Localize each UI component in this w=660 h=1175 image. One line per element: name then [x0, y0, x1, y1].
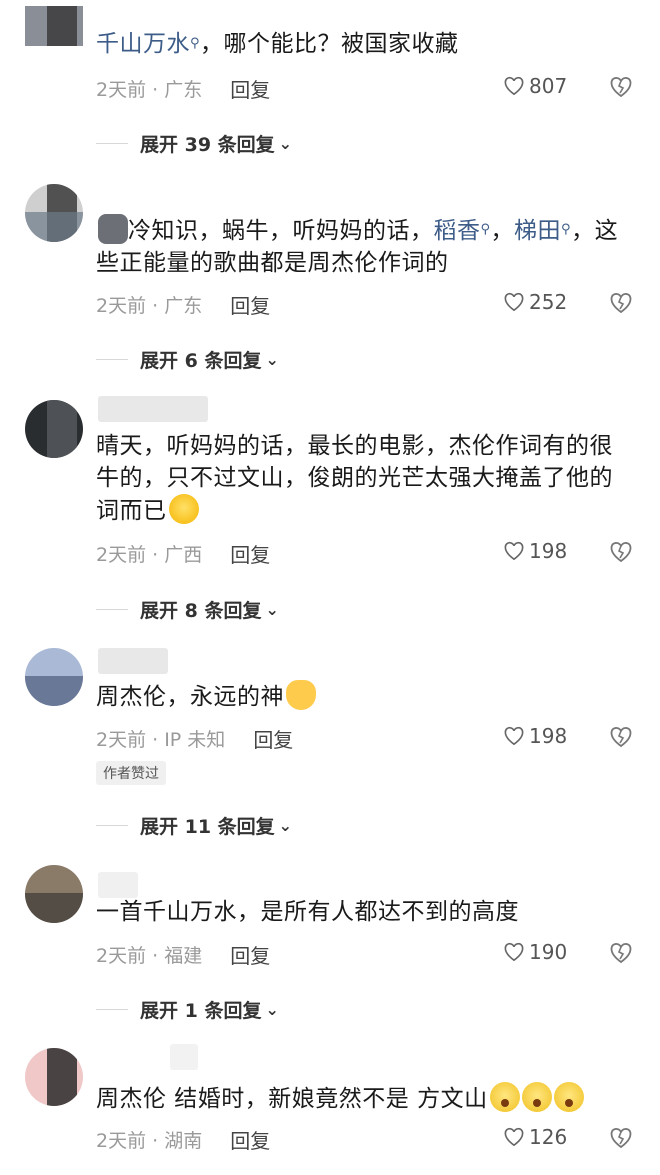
finger-heart-emoji-icon — [286, 680, 316, 710]
reply-button[interactable]: 回复 — [230, 74, 270, 103]
reply-button[interactable]: 回复 — [253, 724, 293, 753]
expand-replies-label: 展开 39 条回复 — [140, 134, 275, 156]
username-redacted — [98, 648, 168, 674]
broken-heart-icon[interactable] — [609, 1127, 633, 1149]
reply-button[interactable]: 回复 — [230, 940, 270, 969]
broken-heart-icon[interactable] — [609, 292, 633, 314]
broken-heart-icon[interactable] — [609, 726, 633, 748]
like-button[interactable]: 252 — [503, 290, 567, 314]
laughing-emoji-icon — [168, 494, 199, 524]
comment-text-part: 冷知识，蜗牛，听妈妈的话， — [128, 218, 434, 244]
comment-meta: 2天前 · IP 未知 回复 — [96, 724, 293, 753]
comment-meta: 2天前 · 福建 回复 — [96, 940, 270, 969]
like-button[interactable]: 126 — [503, 1125, 567, 1149]
comment-text-part: 周杰伦，永远的神 — [96, 684, 284, 710]
comment-text-part: ，哪个能比？被国家收藏 — [200, 31, 459, 57]
username-redacted — [170, 1044, 198, 1070]
dog-emoji-icon — [98, 214, 128, 244]
comment-text: 周杰伦，永远的神 — [96, 680, 636, 713]
like-button[interactable]: 807 — [503, 74, 567, 98]
username-redacted — [98, 872, 138, 898]
like-button[interactable]: 198 — [503, 724, 567, 748]
comment-meta: 2天前 · 广西 回复 — [96, 539, 270, 568]
like-button[interactable]: 190 — [503, 940, 567, 964]
like-count: 198 — [529, 724, 568, 748]
comment-text: 一首千山万水，是所有人都达不到的高度 — [96, 896, 636, 928]
chevron-down-icon: ⌄ — [265, 350, 279, 369]
search-icon[interactable]: ⚲ — [561, 222, 571, 237]
avatar[interactable] — [25, 184, 83, 242]
timestamp-location: 2天前 · 广西 — [96, 544, 203, 566]
timestamp-location: 2天前 · 广东 — [96, 295, 203, 317]
heart-outline-icon — [504, 1127, 524, 1147]
like-count: 807 — [529, 74, 568, 98]
avatar[interactable] — [25, 865, 83, 923]
avatar[interactable] — [25, 6, 83, 46]
expand-replies-label: 展开 1 条回复 — [140, 1000, 262, 1022]
expand-replies-label: 展开 11 条回复 — [140, 816, 275, 838]
avatar[interactable] — [25, 648, 83, 706]
comment-text: 周杰伦 结婚时，新娘竟然不是 方文山 — [96, 1082, 636, 1115]
like-count: 190 — [529, 940, 568, 964]
divider — [96, 359, 128, 360]
expand-replies-button[interactable]: 展开 39 条回复 ⌄ — [96, 130, 292, 157]
expand-replies-label: 展开 6 条回复 — [140, 350, 262, 372]
comment-text-part: 周杰伦 结婚时，新娘竟然不是 方文山 — [96, 1086, 488, 1112]
avatar[interactable] — [25, 1048, 83, 1106]
comment-text-part: ， — [490, 218, 515, 244]
author-liked-badge: 作者赞过 — [96, 761, 166, 785]
heart-outline-icon — [504, 541, 524, 561]
divider — [96, 609, 128, 610]
divider — [96, 1009, 128, 1010]
comment-text: 晴天，听妈妈的话，最长的电影，杰伦作词有的很牛的，只不过文山，俊朗的光芒太强大掩… — [96, 430, 636, 527]
broken-heart-icon[interactable] — [609, 76, 633, 98]
heart-outline-icon — [504, 726, 524, 746]
timestamp-location: 2天前 · IP 未知 — [96, 729, 226, 751]
search-icon[interactable]: ⚲ — [190, 36, 200, 51]
divider — [96, 825, 128, 826]
expand-replies-button[interactable]: 展开 11 条回复 ⌄ — [96, 812, 292, 839]
keyword-link[interactable]: 梯田 — [514, 218, 561, 244]
like-button[interactable]: 198 — [503, 539, 567, 563]
flushed-emoji-icon — [489, 1082, 520, 1112]
heart-outline-icon — [504, 942, 524, 962]
heart-outline-icon — [504, 292, 524, 312]
expand-replies-button[interactable]: 展开 1 条回复 ⌄ — [96, 996, 279, 1023]
keyword-link[interactable]: 稻香 — [434, 218, 481, 244]
reply-button[interactable]: 回复 — [230, 539, 270, 568]
divider — [96, 143, 128, 144]
keyword-link[interactable]: 千山万水 — [96, 31, 190, 57]
flushed-emoji-icon — [521, 1082, 552, 1112]
broken-heart-icon[interactable] — [609, 942, 633, 964]
expand-replies-button[interactable]: 展开 8 条回复 ⌄ — [96, 596, 279, 623]
expand-replies-button[interactable]: 展开 6 条回复 ⌄ — [96, 346, 279, 373]
chevron-down-icon: ⌄ — [278, 134, 293, 153]
heart-outline-icon — [504, 76, 524, 96]
comment-meta: 2天前 · 湖南 回复 — [96, 1125, 270, 1154]
like-count: 252 — [529, 290, 568, 314]
comment-text: 冷知识，蜗牛，听妈妈的话，稻香⚲，梯田⚲，这些正能量的歌曲都是周杰伦作词的 — [96, 214, 636, 279]
comment-meta: 2天前 · 广东 回复 — [96, 290, 270, 319]
comment-meta: 2天前 · 广东 回复 — [96, 74, 270, 103]
flushed-emoji-icon — [553, 1082, 584, 1112]
chevron-down-icon: ⌄ — [265, 600, 279, 619]
timestamp-location: 2天前 · 福建 — [96, 945, 203, 967]
broken-heart-icon[interactable] — [609, 541, 633, 563]
comment-text-part: 一首千山万水，是所有人都达不到的高度 — [96, 899, 519, 925]
reply-button[interactable]: 回复 — [230, 1125, 270, 1154]
avatar[interactable] — [25, 400, 83, 458]
username-redacted — [98, 396, 208, 422]
search-icon[interactable]: ⚲ — [481, 222, 491, 237]
reply-button[interactable]: 回复 — [230, 290, 270, 319]
comment-text: 千山万水⚲，哪个能比？被国家收藏 — [96, 28, 636, 60]
timestamp-location: 2天前 · 湖南 — [96, 1130, 203, 1152]
timestamp-location: 2天前 · 广东 — [96, 79, 203, 101]
chevron-down-icon: ⌄ — [265, 1000, 279, 1019]
like-count: 126 — [529, 1125, 568, 1149]
expand-replies-label: 展开 8 条回复 — [140, 600, 262, 622]
chevron-down-icon: ⌄ — [278, 816, 293, 835]
like-count: 198 — [529, 539, 568, 563]
